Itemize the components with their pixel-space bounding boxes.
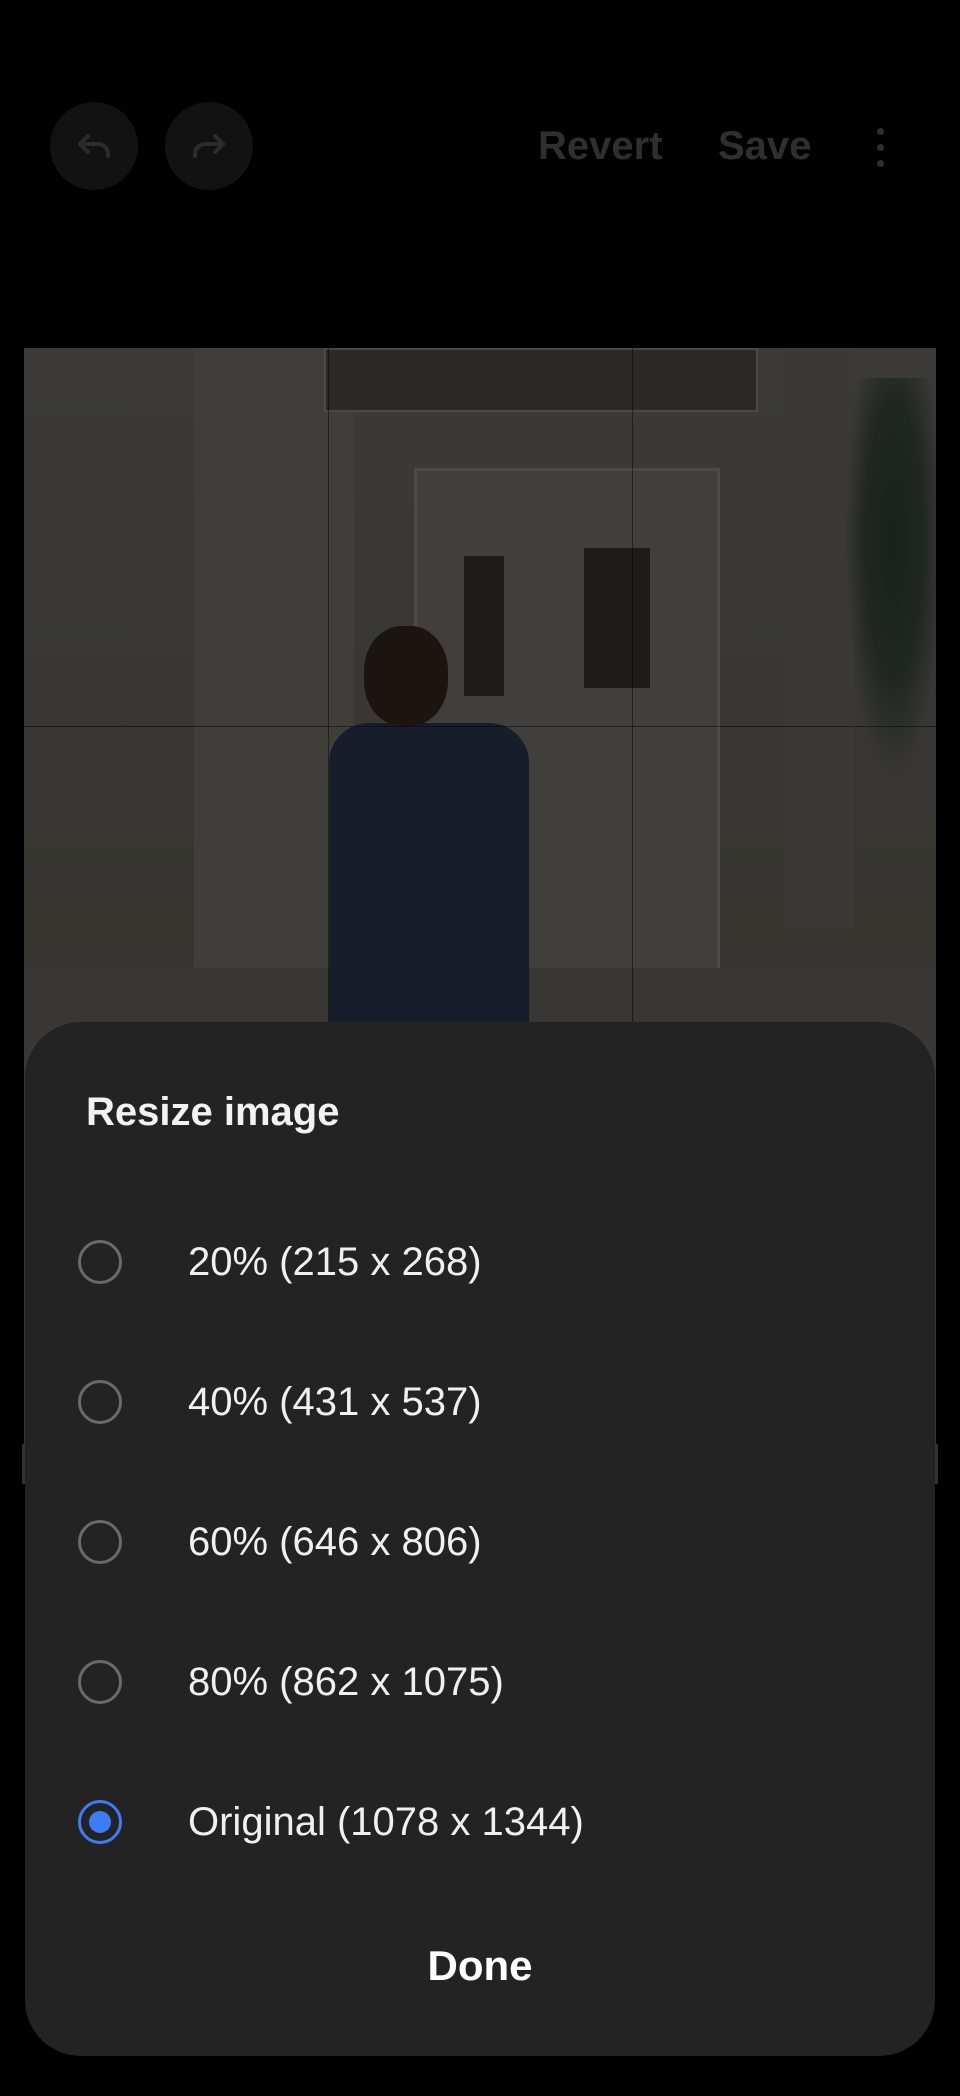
resize-image-dialog: Resize image 20% (215 x 268) 40% (431 x … — [25, 1022, 935, 2056]
revert-button[interactable]: Revert — [538, 122, 663, 170]
radio-button-selected[interactable] — [78, 1800, 122, 1844]
redo-icon — [193, 134, 225, 158]
more-options-button[interactable] — [862, 124, 898, 172]
option-40-percent[interactable]: 40% (431 x 537) — [25, 1348, 935, 1458]
top-toolbar: Revert Save — [0, 0, 960, 300]
option-80-percent[interactable]: 80% (862 x 1075) — [25, 1628, 935, 1738]
option-60-percent[interactable]: 60% (646 x 806) — [25, 1488, 935, 1598]
option-label: 60% (646 x 806) — [188, 1520, 482, 1564]
option-original[interactable]: Original (1078 x 1344) — [25, 1768, 935, 1878]
option-label: 80% (862 x 1075) — [188, 1660, 504, 1704]
redo-button[interactable] — [165, 102, 253, 190]
option-20-percent[interactable]: 20% (215 x 268) — [25, 1208, 935, 1318]
radio-button[interactable] — [78, 1380, 122, 1424]
dialog-title: Resize image — [86, 1090, 340, 1134]
undo-button[interactable] — [50, 102, 138, 190]
radio-button[interactable] — [78, 1240, 122, 1284]
crop-grid-line — [24, 726, 936, 727]
save-button[interactable]: Save — [718, 122, 811, 170]
radio-button[interactable] — [78, 1660, 122, 1704]
more-vertical-icon — [877, 128, 884, 135]
undo-icon — [78, 134, 110, 158]
radio-button[interactable] — [78, 1520, 122, 1564]
option-label: Original (1078 x 1344) — [188, 1800, 584, 1844]
option-label: 40% (431 x 537) — [188, 1380, 482, 1424]
option-label: 20% (215 x 268) — [188, 1240, 482, 1284]
done-button[interactable]: Done — [25, 1942, 935, 1990]
